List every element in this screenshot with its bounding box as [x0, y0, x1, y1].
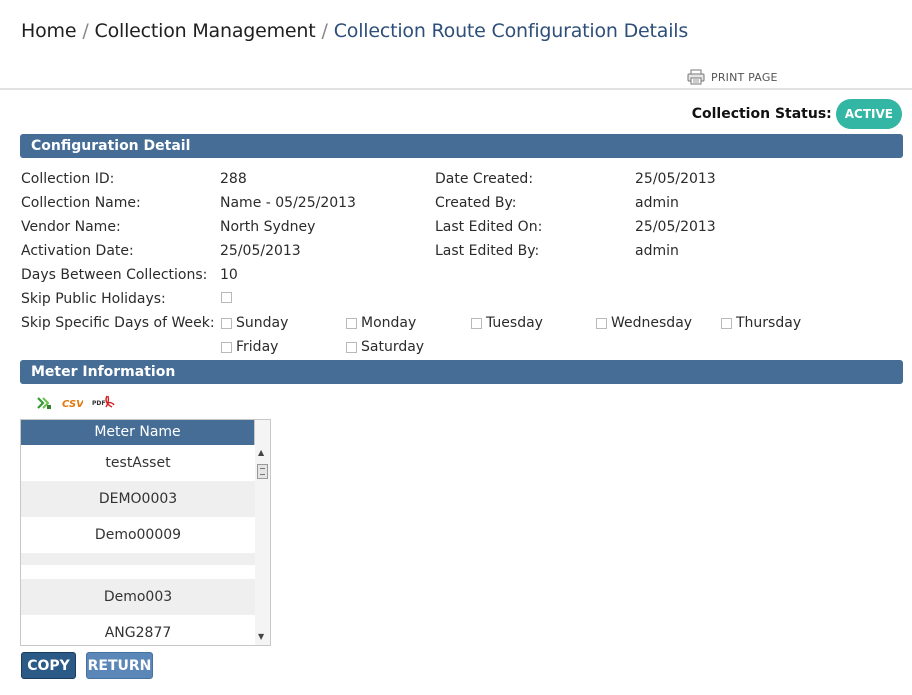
printer-icon — [687, 69, 705, 85]
vendor-name-label: Vendor Name: — [21, 219, 121, 235]
skip-public-holidays-checkbox[interactable] — [221, 292, 232, 303]
meter-information-header: Meter Information — [20, 360, 903, 384]
day-label: Friday — [236, 339, 279, 355]
skip-tuesday-checkbox[interactable] — [471, 317, 482, 329]
collection-status: Collection Status: ACTIVE — [692, 99, 902, 129]
breadcrumb-collection-management-link[interactable]: Collection Management — [95, 20, 316, 42]
breadcrumb-current-page: Collection Route Configuration Details — [333, 20, 689, 42]
collection-status-label: Collection Status: — [691, 106, 832, 122]
breadcrumb-separator: / — [82, 20, 89, 42]
days-between-collections-label: Days Between Collections: — [21, 267, 208, 283]
table-row[interactable]: testAsset — [21, 445, 255, 481]
skip-day-saturday[interactable]: Saturday — [346, 339, 424, 355]
last-edited-by-value: admin — [635, 243, 679, 259]
table-row[interactable]: DEMO0003 — [21, 481, 255, 517]
skip-public-holidays-label: Skip Public Holidays: — [21, 291, 166, 307]
skip-day-thursday[interactable]: Thursday — [721, 315, 801, 331]
skip-day-friday[interactable]: Friday — [221, 339, 278, 355]
grid-header-spacer — [255, 420, 270, 445]
last-edited-on-label: Last Edited On: — [435, 219, 543, 235]
header-divider — [0, 88, 912, 90]
table-row[interactable]: Demo00009 — [21, 517, 255, 553]
pdf-label: PDF — [92, 400, 105, 407]
skip-day-tuesday[interactable]: Tuesday — [471, 315, 543, 331]
table-row[interactable]: Demo003 — [21, 579, 255, 615]
meter-grid-body: testAsset DEMO0003 Demo00009 Demo003 ANG… — [21, 445, 255, 645]
export-toolbar: CSV PDF — [36, 394, 116, 414]
skip-wednesday-checkbox[interactable] — [596, 317, 607, 329]
return-button[interactable]: RETURN — [86, 652, 153, 679]
scrollbar-thumb[interactable] — [257, 464, 268, 479]
skip-monday-checkbox[interactable] — [346, 317, 357, 329]
skip-friday-checkbox[interactable] — [221, 341, 232, 353]
table-row[interactable] — [21, 553, 255, 565]
last-edited-by-label: Last Edited By: — [435, 243, 540, 259]
excel-export-icon[interactable] — [36, 395, 52, 414]
day-label: Saturday — [361, 339, 425, 355]
collection-name-value: Name - 05/25/2013 — [220, 195, 356, 211]
pdf-export-icon[interactable]: PDF — [92, 394, 116, 414]
collection-name-label: Collection Name: — [21, 195, 141, 211]
day-label: Wednesday — [611, 315, 693, 331]
skip-sunday-checkbox[interactable] — [221, 317, 232, 329]
date-created-label: Date Created: — [435, 171, 534, 187]
table-row-spacer — [21, 565, 255, 579]
vertical-scrollbar[interactable]: ▲ ▼ — [255, 445, 270, 645]
breadcrumb-home-link[interactable]: Home — [21, 20, 77, 42]
created-by-value: admin — [635, 195, 679, 211]
activation-date-value: 25/05/2013 — [220, 243, 301, 259]
day-label: Sunday — [236, 315, 289, 331]
breadcrumb-separator: / — [321, 20, 328, 42]
day-label: Tuesday — [486, 315, 543, 331]
skip-day-monday[interactable]: Monday — [346, 315, 416, 331]
vendor-name-value: North Sydney — [220, 219, 316, 235]
created-by-label: Created By: — [435, 195, 517, 211]
scroll-up-arrow-icon[interactable]: ▲ — [258, 449, 264, 457]
print-page-label: PRINT PAGE — [711, 70, 778, 84]
last-edited-on-value: 25/05/2013 — [635, 219, 716, 235]
breadcrumb: Home / Collection Management / Collection Ro… — [21, 20, 688, 42]
scroll-down-arrow-icon[interactable]: ▼ — [258, 633, 264, 641]
date-created-value: 25/05/2013 — [635, 171, 716, 187]
status-badge: ACTIVE — [835, 99, 902, 129]
print-page-link[interactable]: PRINT PAGE — [687, 69, 778, 85]
csv-label: CSV — [62, 399, 83, 410]
copy-button[interactable]: COPY — [21, 652, 76, 679]
meter-grid: Meter Name testAsset DEMO0003 Demo00009 … — [20, 419, 271, 646]
meter-name-column-header[interactable]: Meter Name — [21, 420, 255, 445]
collection-id-label: Collection ID: — [21, 171, 115, 187]
table-row[interactable]: ANG2877 — [21, 615, 255, 645]
skip-saturday-checkbox[interactable] — [346, 341, 357, 353]
skip-day-wednesday[interactable]: Wednesday — [596, 315, 692, 331]
collection-id-value: 288 — [220, 171, 247, 187]
configuration-detail-header: Configuration Detail — [20, 134, 903, 158]
day-label: Monday — [361, 315, 417, 331]
skip-thursday-checkbox[interactable] — [721, 317, 732, 329]
csv-export-icon[interactable]: CSV — [61, 395, 85, 414]
skip-specific-days-label: Skip Specific Days of Week: — [21, 315, 215, 331]
skip-day-sunday[interactable]: Sunday — [221, 315, 288, 331]
day-label: Thursday — [736, 315, 802, 331]
activation-date-label: Activation Date: — [21, 243, 134, 259]
days-between-collections-value: 10 — [220, 267, 238, 283]
